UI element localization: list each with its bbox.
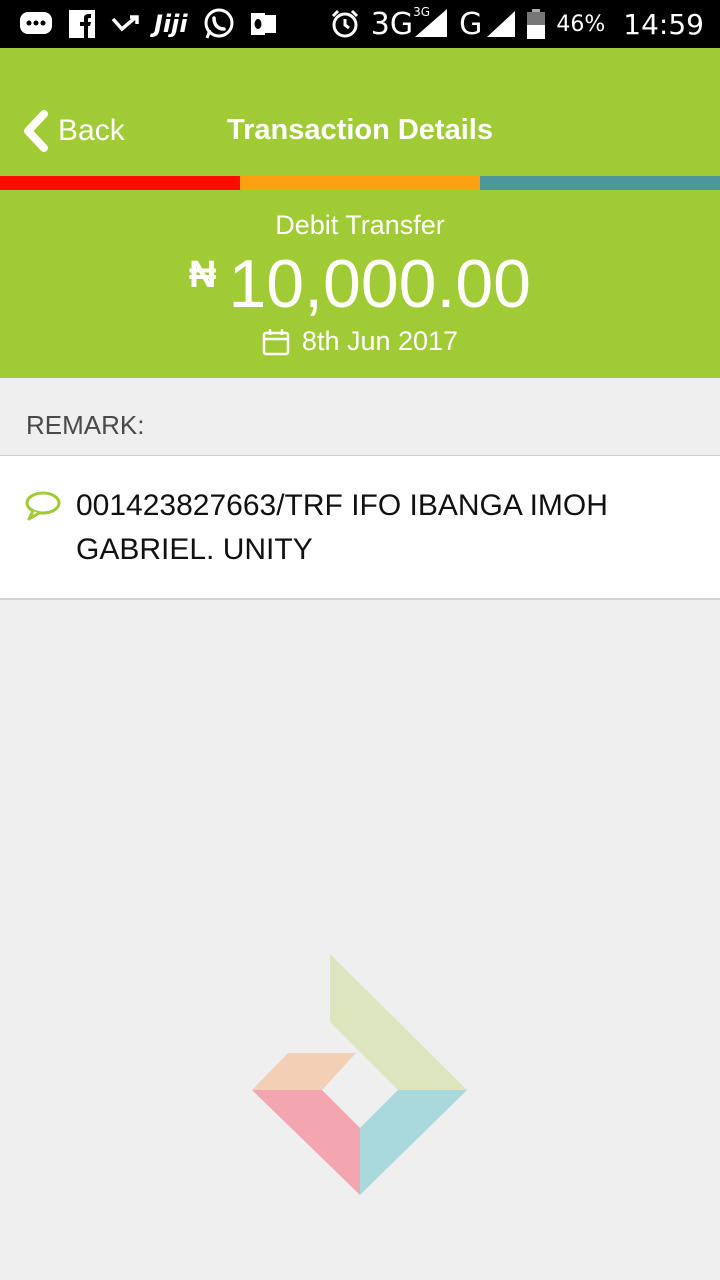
transaction-type: Debit Transfer (275, 210, 445, 240)
network-type: 3G (370, 6, 414, 42)
notification-icons: Jiji (18, 6, 278, 42)
message-icon (20, 12, 52, 34)
stripe-orange (240, 176, 480, 190)
battery-percent: 46% (556, 11, 606, 37)
stripe-teal (480, 176, 720, 190)
stripe-red (0, 176, 240, 190)
amount-row: ₦ 10,000.00 (0, 244, 720, 324)
clock: 14:59 (623, 7, 704, 41)
calendar-icon (262, 328, 290, 355)
network-g: G (459, 6, 483, 42)
outlook-icon (250, 13, 276, 35)
remark-text: 001423827663/TRF IFO IBANGA IMOH GABRIEL… (76, 489, 608, 566)
currency-symbol: ₦ (189, 254, 217, 296)
color-stripe (0, 176, 720, 190)
signal-icon (487, 11, 516, 37)
transaction-date: 8th Jun 2017 (301, 326, 459, 356)
jiji-icon: Jiji (154, 10, 188, 38)
remark-header: REMARK: (26, 410, 145, 440)
chat-bubble-icon (25, 491, 61, 521)
alarm-icon (331, 9, 358, 38)
missed-call-icon (111, 15, 139, 32)
system-status: 3G 3G G 46% 14:59 (329, 0, 704, 48)
signal-wrap: 3G (413, 5, 449, 39)
transaction-amount: 10,000.00 (228, 246, 531, 322)
signal-icon (415, 9, 448, 37)
date-row: 8th Jun 2017 (0, 326, 720, 357)
bank-logo-icon (252, 954, 467, 1195)
battery-icon (527, 9, 546, 39)
facebook-icon (69, 10, 95, 38)
transaction-summary: Debit Transfer ₦ 10,000.00 8th Jun 2017 (0, 190, 720, 378)
status-bar: Jiji 3G 3G G 46% 14:59 (0, 0, 720, 48)
remark-card: 001423827663/TRF IFO IBANGA IMOH GABRIEL… (0, 455, 720, 600)
whatsapp-icon (204, 8, 234, 39)
page-title: Transaction Details (227, 114, 493, 146)
